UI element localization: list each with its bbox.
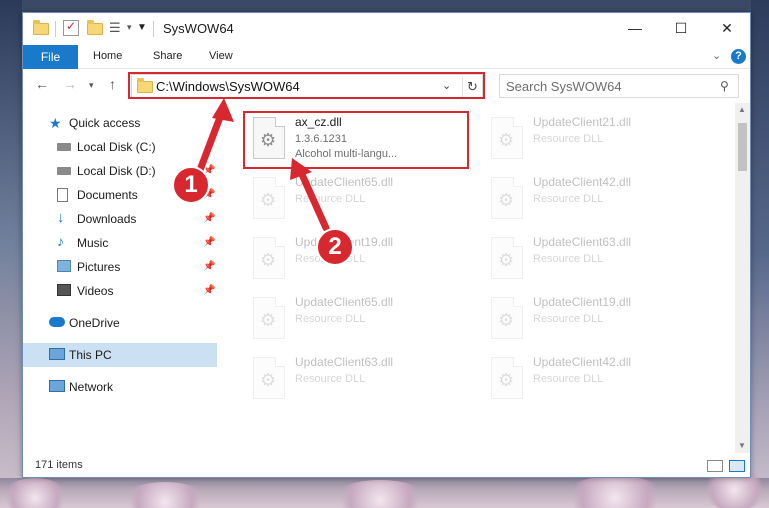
arrow-1-shaft <box>196 108 226 174</box>
arrow-1-head <box>212 98 234 122</box>
annotation-arrows <box>196 98 330 232</box>
arrow-2-shaft <box>296 166 330 232</box>
callout-step-2: 2 <box>316 228 354 266</box>
callout-step-1: 1 <box>172 166 210 204</box>
